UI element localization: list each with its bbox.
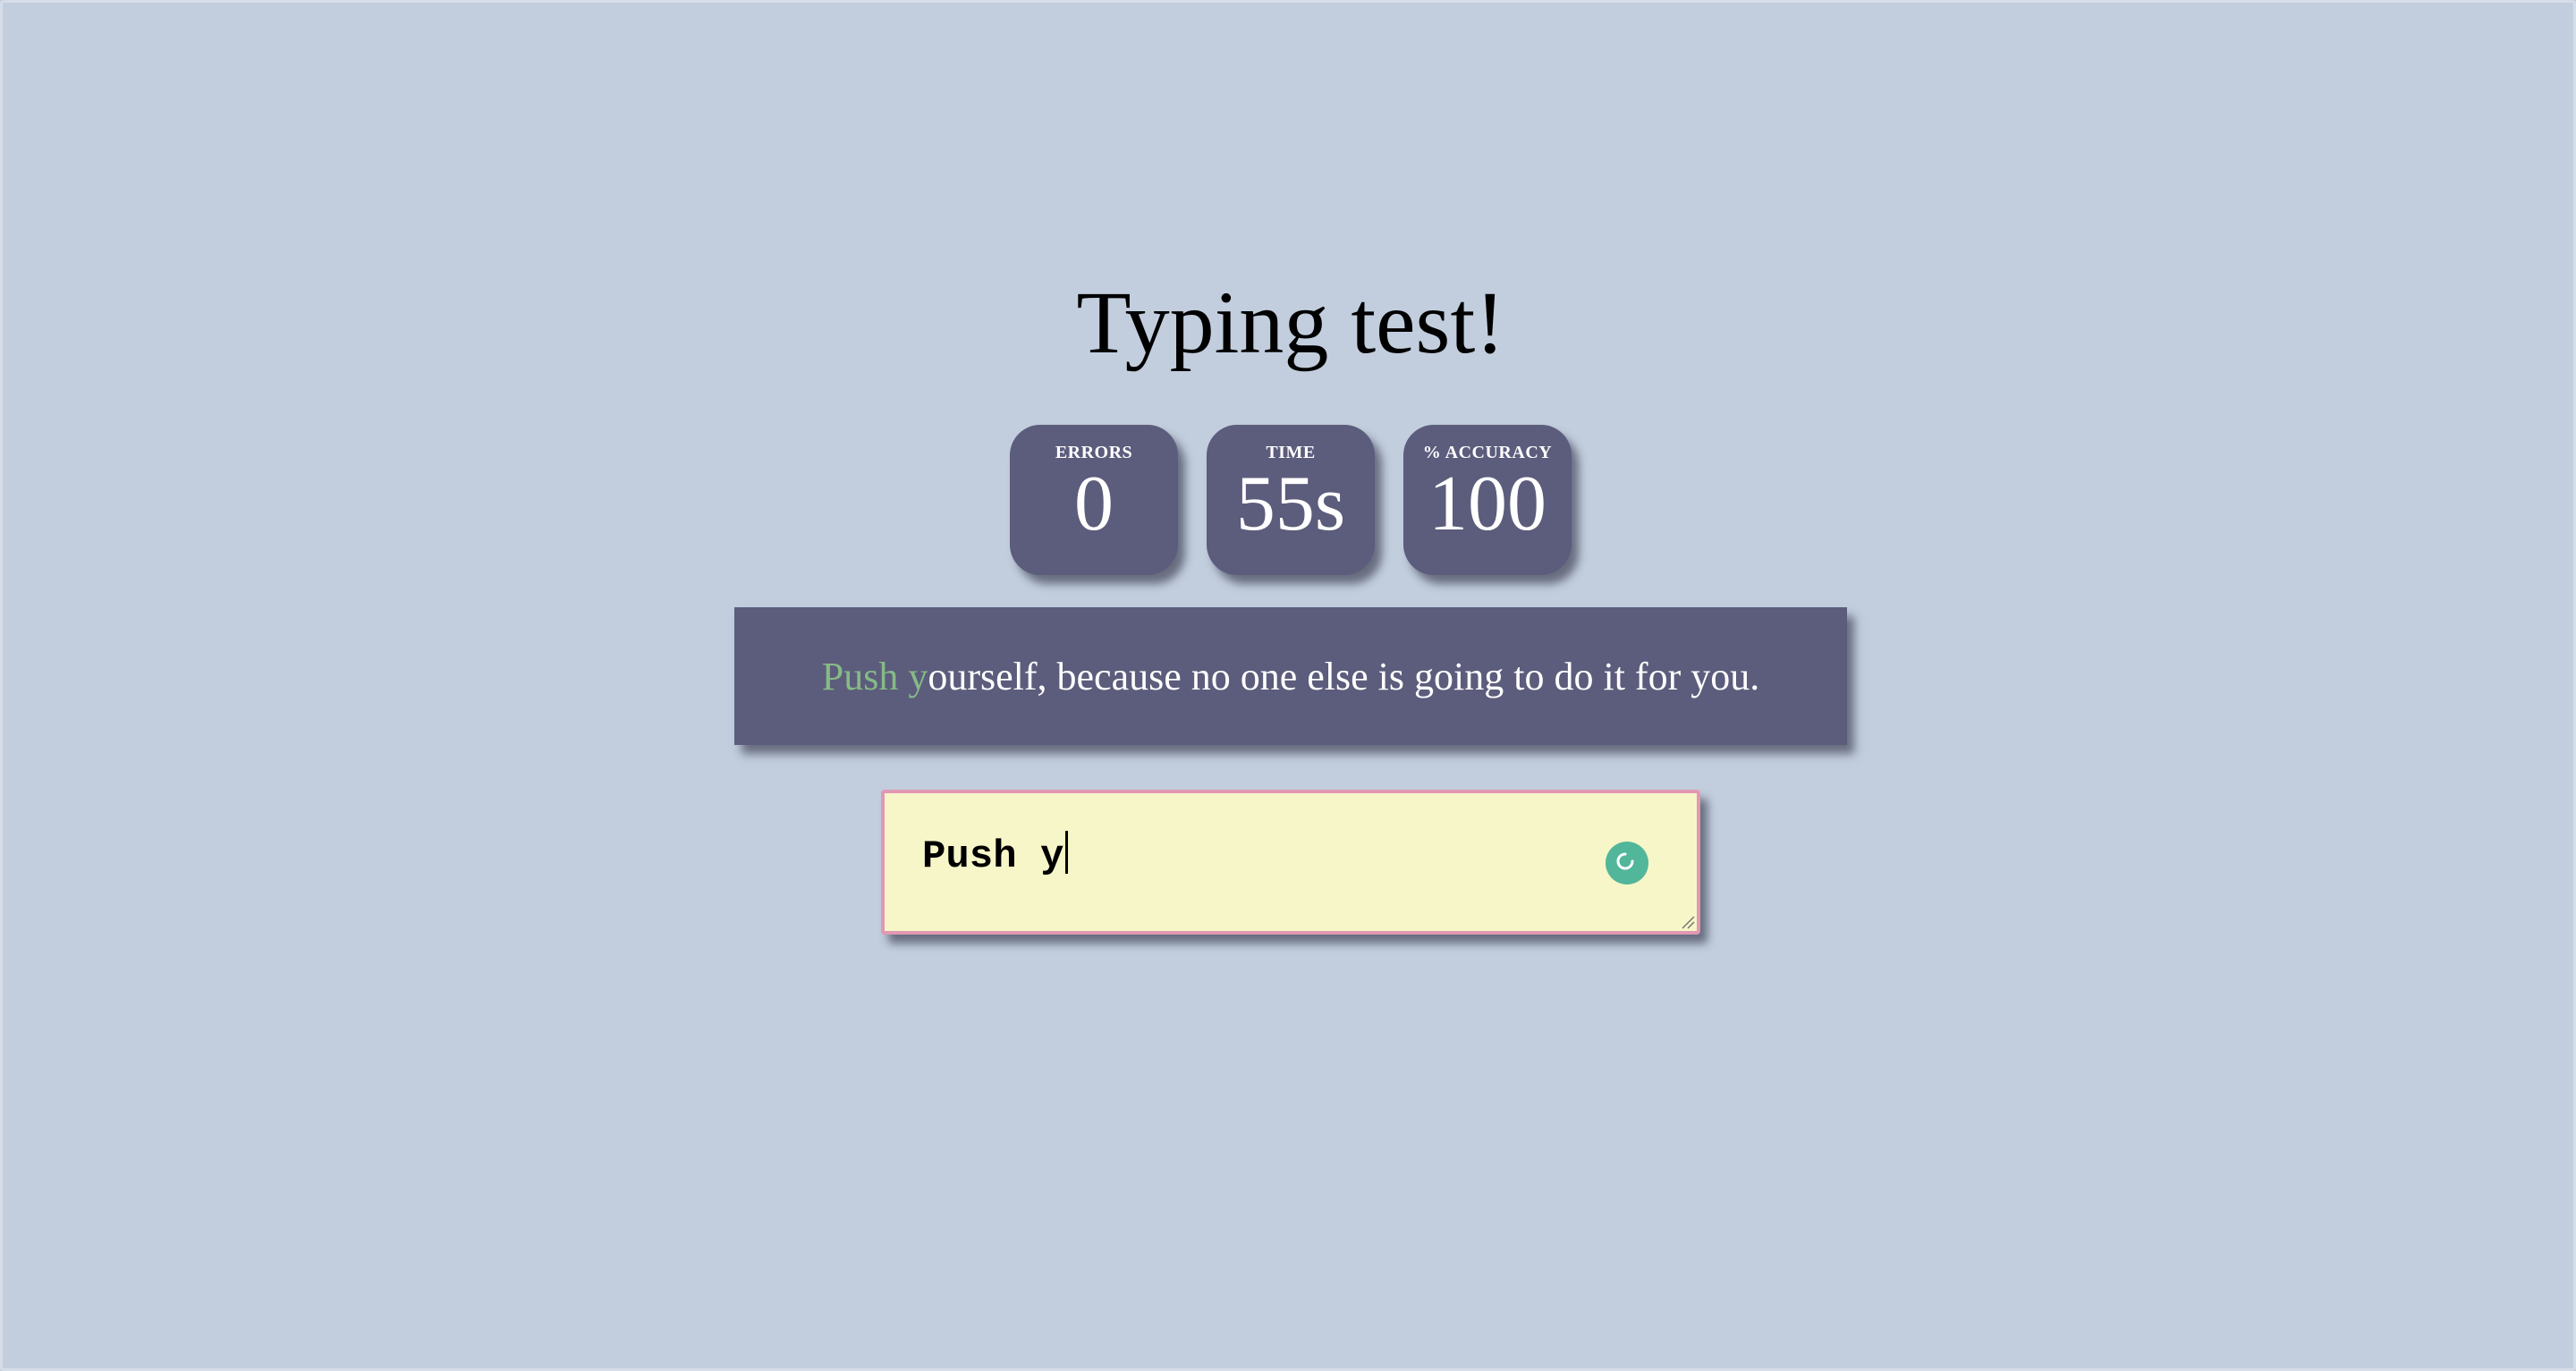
- quote-panel: Push y ourself, because no one else is go…: [734, 607, 1847, 745]
- errors-label: ERRORS: [1055, 443, 1133, 462]
- page-viewport: Typing test! ERRORS 0 TIME 55s % ACCURAC…: [0, 0, 2576, 1371]
- typing-input-value: Push y: [922, 831, 1069, 880]
- resize-handle-icon[interactable]: [1679, 913, 1695, 929]
- stats-row: ERRORS 0 TIME 55s % ACCURACY 100: [3, 425, 2576, 575]
- quote-typed-text: Push y: [821, 654, 928, 698]
- quote-remaining-text: ourself, because no one else is going to…: [928, 654, 1760, 698]
- text-caret: [1065, 831, 1069, 874]
- time-stat: TIME 55s: [1207, 425, 1375, 575]
- page-title: Typing test!: [1076, 273, 1505, 372]
- accuracy-label: % ACCURACY: [1422, 443, 1553, 462]
- typing-input[interactable]: Push y: [881, 790, 1700, 935]
- errors-stat: ERRORS 0: [1010, 425, 1178, 575]
- accuracy-stat: % ACCURACY 100: [1403, 425, 1572, 575]
- errors-value: 0: [1074, 461, 1114, 547]
- time-value: 55s: [1235, 461, 1346, 547]
- time-label: TIME: [1266, 443, 1316, 462]
- grammar-check-glyph: [1616, 852, 1634, 870]
- grammar-check-icon[interactable]: [1606, 842, 1648, 884]
- accuracy-value: 100: [1428, 461, 1546, 547]
- typing-input-text: Push y: [922, 834, 1064, 879]
